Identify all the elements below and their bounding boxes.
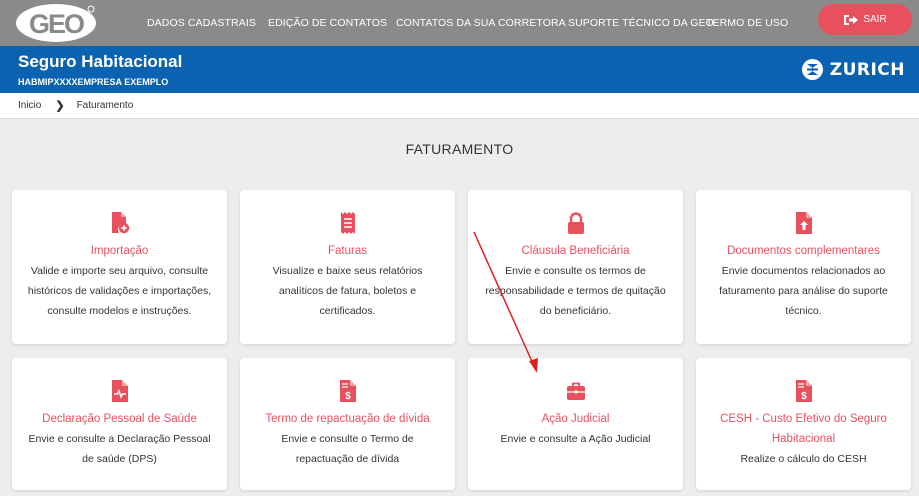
card-desc-line: de saúde (DPS) (82, 453, 157, 465)
logout-button[interactable]: SAIR (818, 4, 912, 35)
card-title: Documentos complementares (727, 245, 880, 257)
card-desc-line: históricos de validações e importações, (27, 285, 212, 297)
receipt-icon (340, 212, 355, 234)
card-clausula-beneficiaria[interactable]: Cláusula Beneficiária Envie e consulte o… (468, 190, 683, 344)
svg-text:$: $ (801, 391, 807, 402)
card-desc-line: técnico. (785, 305, 822, 317)
file-add-icon (111, 212, 129, 234)
card-desc-line: Envie e consulte os termos de (505, 265, 646, 277)
card-desc-line: Envie e consulte o Termo de (281, 433, 414, 445)
file-upload-icon (795, 212, 812, 234)
card-faturas[interactable]: Faturas Visualize e baixe seus relatório… (240, 190, 455, 344)
card-declaracao-saude[interactable]: Declaração Pessoal de Saúde Envie e cons… (12, 358, 227, 490)
briefcase-icon (566, 382, 585, 400)
card-importacao[interactable]: Importação Valide e importe seu arquivo,… (12, 190, 227, 344)
geo-logo[interactable]: GEO (14, 2, 98, 44)
card-termo-repactuacao[interactable]: $ Termo de repactuação de dívida Envie e… (240, 358, 455, 490)
file-medical-icon (111, 380, 128, 402)
nav-termo-uso[interactable]: TERMO DE USO (706, 0, 788, 46)
chevron-right-icon: ❯ (55, 100, 65, 112)
card-documentos-complementares[interactable]: Documentos complementares Envie document… (696, 190, 911, 344)
nav-suporte-tecnico[interactable]: SUPORTE TÉCNICO DA GEO (568, 0, 714, 46)
policy-code: HABMIPXXXX (18, 77, 78, 87)
section-title: FATURAMENTO (405, 141, 514, 157)
page-title: Seguro Habitacional (18, 52, 183, 71)
card-desc-line: do beneficiário. (539, 305, 612, 317)
card-title: Faturas (328, 245, 367, 257)
lock-icon (567, 212, 584, 234)
logout-label: SAIR (863, 14, 887, 25)
top-navbar: GEO DADOS CADASTRAIS EDIÇÃO DE CONTATOS … (0, 0, 919, 46)
card-desc-line: Envie e consulte a Declaração Pessoal (28, 433, 211, 445)
breadcrumb-home[interactable]: Inicio (18, 100, 41, 111)
svg-text:$: $ (345, 391, 351, 402)
insurer-brand: ZURICH (801, 59, 905, 80)
insurer-name: ZURICH (829, 59, 905, 80)
svg-text:GEO: GEO (29, 9, 84, 39)
card-desc-line: responsabilidade e termos de quitação (485, 285, 666, 297)
file-dollar-icon: $ (339, 380, 356, 402)
card-desc-line: faturamento para análise do suporte (719, 285, 888, 297)
card-title: Cláusula Beneficiária (521, 245, 630, 257)
nav-dados-cadastrais[interactable]: DADOS CADASTRAIS (147, 0, 256, 46)
company-line: HABMIPXXXXEMPRESA EXEMPLO (18, 77, 168, 87)
card-desc-line: consulte modelos e instruções. (47, 305, 192, 317)
card-desc-line: repactuação de dívida (295, 453, 400, 465)
card-acao-judicial[interactable]: Ação Judicial Envie e consulte a Ação Ju… (468, 358, 683, 490)
card-title: Termo de repactuação de dívida (265, 413, 430, 425)
card-desc-line: Envie e consulte a Ação Judicial (500, 433, 651, 445)
card-title: Importação (90, 245, 149, 257)
card-title: Ação Judicial (541, 413, 610, 425)
nav-edicao-contatos[interactable]: EDIÇÃO DE CONTATOS (268, 0, 387, 46)
card-cesh[interactable]: $ CESH - Custo Efetivo do Seguro Habitac… (696, 358, 911, 490)
nav-contatos-corretora[interactable]: CONTATOS DA SUA CORRETORA (396, 0, 566, 46)
product-header: Seguro Habitacional HABMIPXXXXEMPRESA EX… (0, 46, 919, 93)
card-desc-line: Realize o cálculo do CESH (740, 453, 867, 465)
company-name: EMPRESA EXEMPLO (77, 77, 169, 87)
sign-out-icon (844, 14, 859, 25)
card-title: Declaração Pessoal de Saúde (42, 413, 197, 425)
card-title: Habitacional (771, 433, 836, 445)
file-dollar-icon: $ (795, 380, 812, 402)
card-desc-line: certificados. (319, 305, 376, 317)
card-desc-line: Valide e importe seu arquivo, consulte (30, 265, 209, 277)
card-desc-line: Envie documentos relacionados ao (721, 265, 886, 277)
zurich-logo-icon (801, 59, 823, 80)
card-title: CESH - Custo Efetivo do Seguro (720, 413, 887, 425)
breadcrumb: Inicio ❯ Faturamento (0, 93, 919, 119)
card-desc-line: Visualize e baixe seus relatórios (272, 265, 423, 277)
breadcrumb-current: Faturamento (76, 100, 134, 111)
card-desc-line: analíticos de fatura, boletos e (278, 285, 417, 297)
